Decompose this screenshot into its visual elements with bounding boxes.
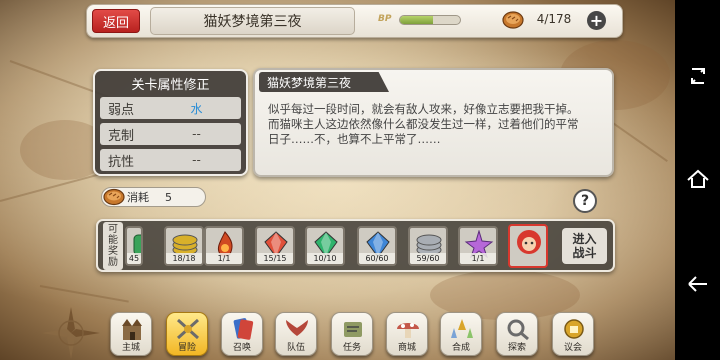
- reward-label-char: 可: [108, 224, 118, 235]
- reward-count: 10/10: [307, 253, 343, 264]
- reward-item[interactable]: 60/60: [357, 226, 397, 266]
- stage-description-panel: 猫妖梦境第三夜 似乎每过一段时间，就会有敌人攻来，好像立志要把我干掉。 而猫咪主…: [253, 68, 614, 177]
- attribute-row-counter: 克制 --: [100, 123, 241, 145]
- enter-battle-button[interactable]: 进入 战斗: [562, 228, 607, 264]
- attribute-row-resistance: 抗性 --: [100, 149, 241, 171]
- description-line: 日子……不，也算不上平常了……: [268, 132, 441, 146]
- reward-item[interactable]: 15/15: [255, 226, 295, 266]
- attribute-row-weakness: 弱点 水: [100, 97, 241, 119]
- add-stamina-button[interactable]: +: [587, 11, 606, 30]
- nav-label: 召唤: [232, 343, 251, 353]
- home-icon[interactable]: [685, 167, 711, 191]
- reward-count: 60/60: [359, 253, 395, 264]
- nav-item-council[interactable]: 议会: [552, 312, 594, 356]
- reward-count: 45: [127, 253, 141, 264]
- reward-count: 1/1: [206, 253, 242, 264]
- nav-label: 队伍: [286, 343, 305, 353]
- cost-value: 5: [165, 190, 172, 204]
- bp-progress-fill: [400, 16, 433, 24]
- map-road: [609, 120, 668, 162]
- nav-label: 议会: [563, 343, 582, 353]
- description-line: 而猫咪主人这边依然像什么都没发生过一样，过着他们的平常: [268, 117, 579, 131]
- reward-item[interactable]: 18/18: [164, 226, 204, 266]
- nav-label: 合成: [451, 343, 470, 353]
- description-title: 猫妖梦境第三夜: [259, 72, 389, 92]
- cost-label: 消耗: [127, 191, 149, 204]
- map-road: [39, 285, 129, 303]
- reward-label-char: 励: [108, 257, 118, 268]
- nav-item-team-wings[interactable]: 队伍: [275, 312, 317, 356]
- stamina-cost: 消耗 5: [101, 187, 206, 207]
- enter-battle-label: 进入: [572, 232, 597, 246]
- stamina-count: 4/178: [536, 12, 572, 26]
- possible-rewards-label: 可 能 奖 励: [103, 222, 123, 270]
- nav-label: 任务: [342, 343, 361, 353]
- back-button[interactable]: 返回: [92, 9, 140, 33]
- attribute-panel-header: 关卡属性修正: [131, 77, 210, 93]
- nav-item-quest-scroll[interactable]: 任务: [331, 312, 373, 356]
- stamina-bread-icon: [502, 11, 524, 29]
- reward-label-char: 能: [108, 235, 118, 246]
- nav-item-crossed-swords[interactable]: 冒险: [166, 312, 208, 356]
- attribute-value: 水: [190, 101, 203, 116]
- attribute-value: --: [192, 127, 201, 141]
- description-line: 似乎每过一段时间，就会有敌人攻来，好像立志要把我干掉。: [268, 102, 579, 116]
- bp-progress-bar: [399, 15, 461, 25]
- explore-icon: [507, 319, 529, 341]
- nav-item-synthesis[interactable]: 合成: [440, 312, 482, 356]
- reward-label-char: 奖: [108, 246, 118, 257]
- reward-count: 15/15: [257, 253, 293, 264]
- nav-label: 探索: [507, 343, 526, 353]
- nav-item-explore[interactable]: 探索: [496, 312, 538, 356]
- team-wings-icon: [286, 320, 308, 336]
- reward-count: 1/1: [460, 253, 496, 264]
- system-navigation-bar: [675, 0, 720, 360]
- attribute-name: 弱点: [108, 102, 135, 118]
- description-text: 似乎每过一段时间，就会有敌人攻来，好像立志要把我干掉。 而猫咪主人这边依然像什么…: [268, 102, 608, 147]
- nav-label: 冒险: [177, 343, 196, 353]
- bp-label: BP: [378, 14, 392, 24]
- compass-rose-icon: [42, 307, 100, 359]
- nav-label: 主城: [121, 343, 140, 353]
- synthesis-icon: [451, 319, 473, 338]
- reward-item[interactable]: 45: [125, 226, 143, 266]
- summon-cards-icon: [233, 318, 254, 340]
- character-portrait-icon: [517, 230, 541, 254]
- recent-apps-icon[interactable]: [685, 64, 711, 88]
- reward-item[interactable]: [508, 224, 548, 268]
- nav-item-castle[interactable]: 主城: [110, 312, 152, 356]
- attribute-name: 抗性: [108, 154, 135, 170]
- stamina-bread-icon: [103, 188, 125, 206]
- help-button[interactable]: ?: [573, 189, 597, 213]
- reward-item[interactable]: 59/60: [408, 226, 448, 266]
- reward-count: 59/60: [410, 253, 446, 264]
- reward-count: 18/18: [166, 253, 202, 264]
- castle-icon: [122, 319, 142, 340]
- stage-title: 猫妖梦境第三夜: [150, 7, 355, 35]
- nav-item-shop-mushroom[interactable]: 商城: [386, 312, 428, 356]
- shop-mushroom-icon: [397, 323, 419, 338]
- reward-item[interactable]: 10/10: [305, 226, 345, 266]
- stage-attribute-panel: 关卡属性修正 弱点 水 克制 -- 抗性 --: [93, 69, 248, 176]
- reward-item[interactable]: 1/1: [204, 226, 244, 266]
- council-icon: [564, 319, 584, 339]
- attribute-value: --: [192, 153, 201, 167]
- enter-battle-label: 战斗: [572, 246, 597, 260]
- reward-item[interactable]: 1/1: [458, 226, 498, 266]
- nav-item-summon-cards[interactable]: 召唤: [221, 312, 263, 356]
- crossed-swords-icon: [176, 318, 200, 340]
- back-arrow-icon[interactable]: [685, 272, 711, 296]
- nav-label: 商城: [397, 343, 416, 353]
- attribute-name: 克制: [108, 128, 135, 144]
- quest-scroll-icon: [344, 322, 362, 337]
